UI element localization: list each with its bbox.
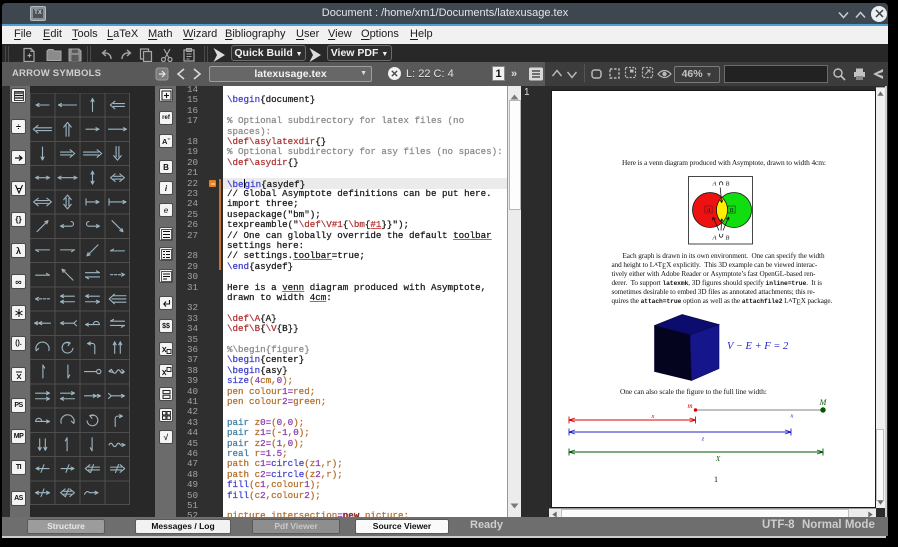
svg-text:x: x (651, 413, 655, 420)
svg-text:x: x (790, 413, 794, 420)
svg-text:m: m (687, 402, 692, 410)
svg-text:A: A (712, 234, 717, 241)
svg-text:A: A (712, 180, 717, 187)
svg-text:B: B (726, 234, 730, 241)
svg-text:B: B (726, 180, 730, 187)
svg-text:X: X (715, 455, 721, 463)
svg-text:z: z (701, 436, 705, 443)
svg-text:M: M (819, 398, 828, 407)
